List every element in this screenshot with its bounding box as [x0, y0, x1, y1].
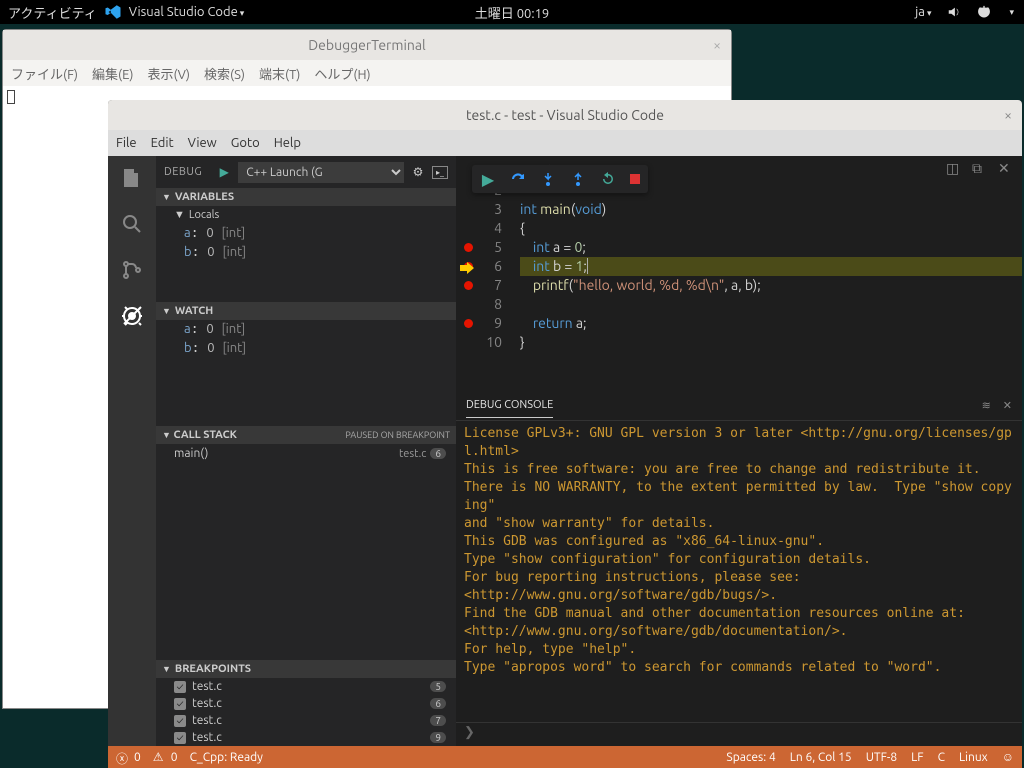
close-icon[interactable]: × — [1004, 107, 1012, 123]
status-warnings[interactable]: ⚠0 — [153, 750, 178, 764]
menu-item[interactable]: File — [116, 136, 137, 150]
close-editor-icon[interactable]: ✕ — [998, 160, 1014, 176]
vscode-logo-icon — [103, 4, 123, 20]
breakpoint-row[interactable]: ✓test.c6 — [156, 695, 456, 712]
status-cpp[interactable]: C_Cpp: Ready — [190, 751, 263, 764]
debug-status: PAUSED ON BREAKPOINT — [345, 430, 450, 440]
locals-header[interactable]: ▼Locals — [156, 206, 456, 224]
search-icon[interactable] — [118, 210, 146, 238]
breakpoints-section-header[interactable]: ▼BREAKPOINTS — [156, 660, 456, 678]
debug-sidebar: DEBUG ▶ C++ Launch (G ⚙ ▸_ ▼VARIABLES ▼L… — [156, 156, 456, 746]
breakpoint-row[interactable]: ✓test.c5 — [156, 678, 456, 695]
watch-section-header[interactable]: ▼WATCH — [156, 302, 456, 320]
editor-area: ◫ ⧉ ✕ 12345678910 #include <stdio.h> int… — [456, 156, 1022, 746]
vscode-window: test.c - test - Visual Studio Code × Fil… — [108, 100, 1022, 768]
window-title: test.c - test - Visual Studio Code — [466, 107, 664, 123]
feedback-icon[interactable]: ☺ — [1002, 750, 1014, 764]
vscode-menubar: File Edit View Goto Help — [108, 130, 1022, 156]
menu-item[interactable]: Goto — [231, 136, 260, 150]
status-os[interactable]: Linux — [959, 751, 988, 764]
menu-item[interactable]: 編集(E) — [92, 64, 133, 83]
step-into-icon[interactable] — [540, 171, 556, 187]
debug-console-toggle-icon[interactable]: ▸_ — [432, 166, 448, 179]
status-bar: ⓧ0 ⚠0 C_Cpp: Ready Spaces: 4 Ln 6, Col 1… — [108, 746, 1022, 768]
files-icon[interactable] — [118, 164, 146, 192]
debug-config-select[interactable]: C++ Launch (G — [238, 162, 404, 183]
callstack-row[interactable]: main()test.c6 — [156, 444, 456, 463]
system-topbar: アクティビティ Visual Studio Code▾ 土曜日 00:19 ja… — [0, 0, 1024, 24]
debug-toolbar: ▶ — [472, 165, 648, 193]
variable-row[interactable]: b: 0 [int] — [156, 243, 456, 262]
git-icon[interactable] — [118, 256, 146, 284]
menu-item[interactable]: ヘルプ(H) — [314, 64, 370, 83]
checkbox-icon[interactable]: ✓ — [174, 715, 186, 727]
step-over-icon[interactable] — [510, 171, 526, 187]
menu-item[interactable]: Help — [274, 136, 301, 150]
editor-actions: ◫ ⧉ ✕ — [946, 160, 1014, 176]
clear-console-icon[interactable]: ≋ — [982, 399, 991, 412]
debug-console-tab[interactable]: DEBUG CONSOLE — [466, 393, 553, 418]
debug-console-panel: DEBUG CONSOLE ≋ ✕ License GPLv3+: GNU GP… — [456, 390, 1022, 746]
continue-icon[interactable]: ▶ — [480, 171, 496, 187]
variable-row[interactable]: a: 0 [int] — [156, 320, 456, 339]
checkbox-icon[interactable]: ✓ — [174, 732, 186, 744]
step-out-icon[interactable] — [570, 171, 586, 187]
restart-icon[interactable] — [600, 171, 616, 187]
breakpoint-row[interactable]: ✓test.c7 — [156, 712, 456, 729]
menu-item[interactable]: 表示(V) — [148, 64, 190, 83]
close-icon[interactable]: × — [713, 37, 721, 53]
close-panel-icon[interactable]: ✕ — [1003, 399, 1012, 412]
checkbox-icon[interactable]: ✓ — [174, 681, 186, 693]
activities-label[interactable]: アクティビティ — [8, 3, 97, 22]
callstack-section-header[interactable]: ▼ CALL STACK PAUSED ON BREAKPOINT — [156, 426, 456, 444]
debugger-terminal-menubar: ファイル(F) 編集(E) 表示(V) 検索(S) 端末(T) ヘルプ(H) — [3, 60, 731, 86]
status-position[interactable]: Ln 6, Col 15 — [790, 751, 852, 764]
debug-console-input[interactable]: ❯ — [456, 722, 1022, 746]
volume-icon[interactable] — [947, 5, 961, 19]
ime-indicator[interactable]: ja▾ — [915, 5, 931, 19]
status-eol[interactable]: LF — [911, 751, 923, 764]
variable-row[interactable]: a: 0 [int] — [156, 224, 456, 243]
gear-icon[interactable]: ⚙ — [410, 165, 426, 179]
stop-icon[interactable] — [630, 174, 640, 184]
activity-bar — [108, 156, 156, 746]
menu-item[interactable]: Edit — [151, 136, 174, 150]
checkbox-icon[interactable]: ✓ — [174, 698, 186, 710]
menu-item[interactable]: 端末(T) — [259, 64, 300, 83]
menu-item[interactable]: 検索(S) — [204, 64, 245, 83]
menu-item[interactable]: ファイル(F) — [11, 64, 78, 83]
status-errors[interactable]: ⓧ0 — [116, 750, 141, 764]
variable-row[interactable]: b: 0 [int] — [156, 339, 456, 358]
power-icon[interactable] — [977, 5, 991, 19]
breakpoint-row[interactable]: ✓test.c9 — [156, 729, 456, 746]
system-menu-chevron-icon[interactable]: ▾ — [1009, 7, 1014, 18]
start-debug-icon[interactable]: ▶ — [216, 165, 232, 179]
split-editor-icon[interactable]: ◫ — [946, 160, 962, 176]
vscode-titlebar: test.c - test - Visual Studio Code × — [108, 100, 1022, 130]
status-language[interactable]: C — [938, 751, 945, 764]
debug-console-output[interactable]: License GPLv3+: GNU GPL version 3 or lat… — [456, 421, 1022, 722]
clock-label[interactable]: 土曜日 00:19 — [475, 3, 550, 22]
active-app-label[interactable]: Visual Studio Code▾ — [129, 5, 245, 19]
variables-section-header[interactable]: ▼VARIABLES — [156, 188, 456, 206]
status-spaces[interactable]: Spaces: 4 — [726, 751, 775, 764]
status-encoding[interactable]: UTF-8 — [866, 751, 897, 764]
debug-icon[interactable] — [118, 302, 146, 330]
toggle-layout-icon[interactable]: ⧉ — [972, 160, 988, 176]
menu-item[interactable]: View — [188, 136, 217, 150]
debug-header: DEBUG ▶ C++ Launch (G ⚙ ▸_ — [156, 156, 456, 188]
debug-label: DEBUG — [164, 166, 202, 178]
debugger-terminal-title: DebuggerTerminal × — [3, 30, 731, 60]
